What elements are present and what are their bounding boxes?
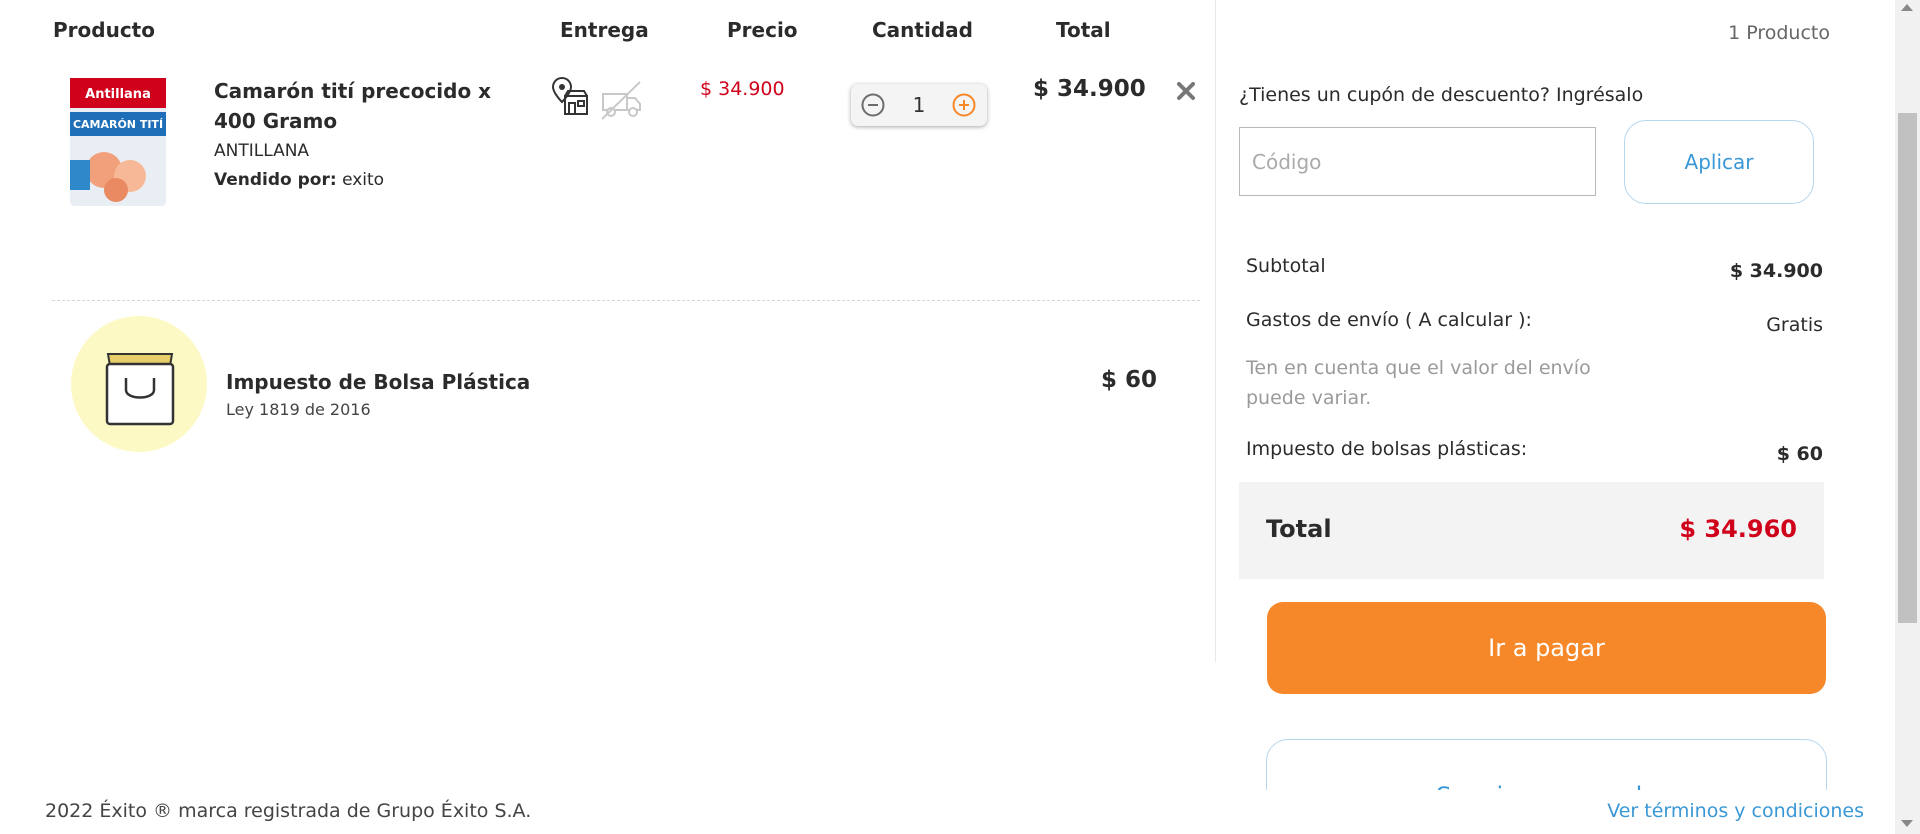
coupon-code-input[interactable] <box>1239 127 1596 196</box>
terms-link[interactable]: Ver términos y condiciones <box>1607 800 1864 822</box>
row-total: $ 34.900 <box>1033 76 1146 102</box>
scroll-up-arrow-icon[interactable] <box>1901 4 1913 11</box>
unit-price: $ 34.900 <box>700 78 785 100</box>
apply-coupon-button[interactable]: Aplicar <box>1624 120 1814 204</box>
bag-tax-summary-value: $ 60 <box>1776 443 1823 465</box>
product-brand: ANTILLANA <box>214 141 310 161</box>
subtotal-label: Subtotal <box>1246 255 1326 277</box>
product-image-title: CAMARÓN TITÍ <box>73 118 163 131</box>
footer-copyright: 2022 Éxito ® marca registrada de Grupo É… <box>45 800 532 822</box>
header-delivery: Entrega <box>560 18 649 42</box>
decrease-quantity-icon[interactable] <box>861 93 885 117</box>
bag-icon-circle <box>71 316 207 452</box>
bag-tax-name: Impuesto de Bolsa Plástica <box>226 370 531 394</box>
product-image-brand: Antillana <box>85 87 151 102</box>
quantity-value[interactable]: 1 <box>897 93 941 117</box>
bag-tax-summary-label: Impuesto de bolsas plásticas: <box>1246 438 1528 460</box>
total-label: Total <box>1266 515 1332 543</box>
shipping-label: Gastos de envío ( A calcular ): <box>1246 309 1532 331</box>
header-total: Total <box>1056 18 1111 42</box>
header-price: Precio <box>727 18 798 42</box>
remove-item-icon[interactable] <box>1175 80 1197 102</box>
home-delivery-disabled-icon <box>601 81 641 120</box>
bag-tax-law: Ley 1819 de 2016 <box>226 400 371 419</box>
quantity-stepper: 1 <box>851 84 987 126</box>
increase-quantity-icon[interactable] <box>952 93 976 117</box>
row-divider <box>52 300 1200 301</box>
product-seller: Vendido por: exito <box>214 170 384 190</box>
scrollbar-thumb[interactable] <box>1898 113 1917 623</box>
seller-label: Vendido por: <box>214 170 337 190</box>
header-product: Producto <box>53 18 155 42</box>
product-count: 1 Producto <box>1728 22 1830 44</box>
shopping-bag-icon <box>105 353 175 426</box>
product-image[interactable]: Antillana CAMARÓN TITÍ <box>64 72 174 212</box>
bag-tax-price: $ 60 <box>1101 367 1158 393</box>
total-box: Total $ 34.960 <box>1239 482 1824 579</box>
product-name[interactable]: Camarón tití precocido x 400 Gramo <box>214 76 504 136</box>
header-quantity: Cantidad <box>872 18 973 42</box>
total-value: $ 34.960 <box>1679 515 1797 543</box>
store-pickup-icon <box>552 76 588 115</box>
coupon-question: ¿Tienes un cupón de descuento? Ingrésalo <box>1239 84 1644 106</box>
checkout-button[interactable]: Ir a pagar <box>1267 602 1826 694</box>
scroll-down-arrow-icon[interactable] <box>1901 820 1913 827</box>
shipping-note: Ten en cuenta que el valor del envío pue… <box>1246 357 1591 409</box>
shipping-value: Gratis <box>1766 314 1823 336</box>
seller-name: exito <box>342 170 385 190</box>
subtotal-value: $ 34.900 <box>1729 260 1823 282</box>
panel-separator <box>1215 0 1216 662</box>
